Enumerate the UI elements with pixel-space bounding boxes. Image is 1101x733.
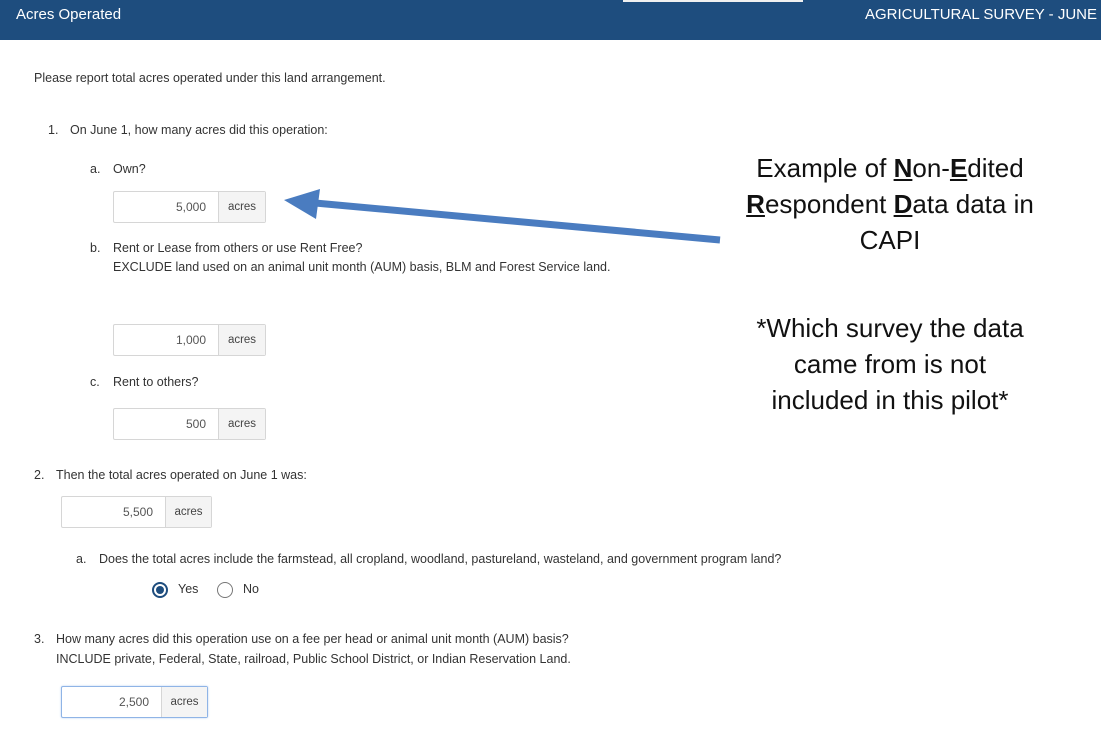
yes-label[interactable]: Yes xyxy=(178,582,198,596)
page-header: Acres Operated AGRICULTURAL SURVEY - JUN… xyxy=(0,0,1101,40)
q1b-exclude-text: EXCLUDE land used on an animal unit mont… xyxy=(113,260,611,274)
q1c-value[interactable]: 500 xyxy=(114,409,219,439)
q1-text: On June 1, how many acres did this opera… xyxy=(70,123,328,137)
q1b-letter: b. xyxy=(90,241,101,255)
q2-total-acres-input[interactable]: 5,500 acres xyxy=(61,496,212,528)
q3-aum-acres-input[interactable]: 2,500 acres xyxy=(61,686,208,718)
q3-number: 3. xyxy=(34,632,45,646)
no-radio[interactable] xyxy=(217,582,233,598)
annotation-arrow xyxy=(284,189,721,244)
q2-number: 2. xyxy=(34,468,45,482)
q1b-value[interactable]: 1,000 xyxy=(114,325,219,355)
annotation-line-1: Example of Non-Edited xyxy=(756,153,1024,183)
header-divider xyxy=(623,0,803,2)
q2a-letter: a. xyxy=(76,552,87,566)
q2-text: Then the total acres operated on June 1 … xyxy=(56,468,307,482)
note-line-1: *Which survey the data xyxy=(756,313,1024,343)
q1-number: 1. xyxy=(48,123,59,137)
annotation-line-2: Respondent Data data in xyxy=(746,189,1034,219)
q1c-unit: acres xyxy=(219,409,265,439)
q2a-text: Does the total acres include the farmste… xyxy=(99,552,782,566)
yes-radio[interactable] xyxy=(152,582,168,598)
q1b-rent-acres-input[interactable]: 1,000 acres xyxy=(113,324,266,356)
q1a-value[interactable]: 5,000 xyxy=(114,192,219,222)
note-line-3: included in this pilot* xyxy=(771,385,1009,415)
q2-value[interactable]: 5,500 xyxy=(62,497,166,527)
q1c-letter: c. xyxy=(90,375,100,389)
q2-unit: acres xyxy=(166,497,211,527)
annotation-line-3: CAPI xyxy=(859,225,921,255)
q3-text: How many acres did this operation use on… xyxy=(56,632,569,646)
q1c-text: Rent to others? xyxy=(113,375,199,389)
note-line-2: came from is not xyxy=(793,349,987,379)
q3-unit: acres xyxy=(162,687,207,717)
q1a-letter: a. xyxy=(90,162,101,176)
q1a-text: Own? xyxy=(113,162,146,176)
q1a-own-acres-input[interactable]: 5,000 acres xyxy=(113,191,266,223)
intro-text: Please report total acres operated under… xyxy=(34,71,386,85)
q1b-unit: acres xyxy=(219,325,265,355)
no-label[interactable]: No xyxy=(243,582,259,596)
annotation-text: Example of Non-Edited Respondent Data da… xyxy=(690,150,1090,258)
q1a-unit: acres xyxy=(219,192,265,222)
page-title: Acres Operated xyxy=(16,6,122,23)
q3-include-text: INCLUDE private, Federal, State, railroa… xyxy=(56,652,571,666)
q3-value[interactable]: 2,500 xyxy=(62,687,162,717)
annotation-note: *Which survey the data came from is not … xyxy=(690,310,1090,418)
q1c-rent-to-others-input[interactable]: 500 acres xyxy=(113,408,266,440)
survey-name: AGRICULTURAL SURVEY - JUNE xyxy=(865,6,1097,23)
